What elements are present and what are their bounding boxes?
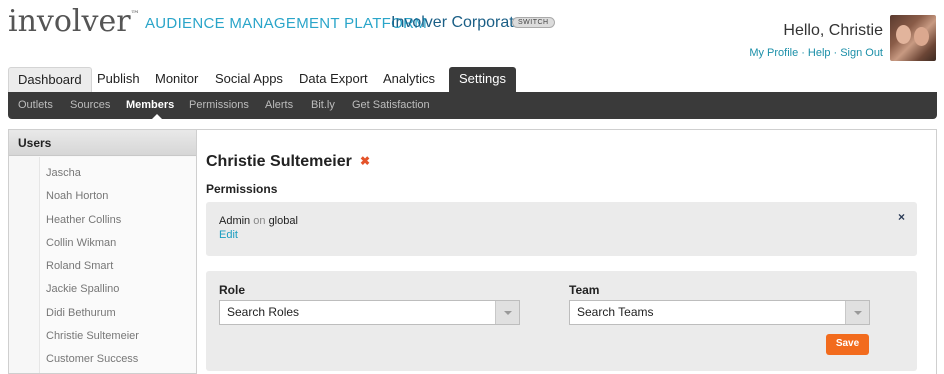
member-detail-panel: Christie Sultemeier ✖ Permissions Admin … <box>196 129 937 374</box>
user-list[interactable]: Jascha Noah Horton Heather Collins Colli… <box>39 157 196 373</box>
active-subnav-indicator <box>151 114 163 120</box>
tab-dashboard[interactable]: Dashboard <box>8 67 92 92</box>
avatar-face <box>914 27 929 46</box>
user-list-item[interactable]: Customer Success <box>40 348 196 371</box>
involver-logo[interactable]: involver™ <box>8 4 140 39</box>
user-list-item[interactable]: Heather Collins <box>40 209 196 232</box>
subnav-alerts[interactable]: Alerts <box>265 92 293 119</box>
permission-scope: global <box>268 215 298 227</box>
user-list-item[interactable]: Didi Bethurum <box>40 302 196 325</box>
tab-settings[interactable]: Settings <box>449 67 516 92</box>
permission-summary: Admin on global <box>219 215 298 227</box>
greeting: Hello, Christie <box>783 22 883 39</box>
role-label: Role <box>219 283 246 297</box>
tab-analytics[interactable]: Analytics <box>374 67 444 92</box>
user-list-item[interactable]: Collin Wikman <box>40 232 196 255</box>
avatar-face <box>896 25 911 44</box>
save-button[interactable]: Save <box>826 334 869 355</box>
user-list-item[interactable]: Jackie Spallino <box>40 278 196 301</box>
tab-publish[interactable]: Publish <box>88 67 149 92</box>
link-separator: · <box>833 47 838 59</box>
users-panel: Users Jascha Noah Horton Heather Collins… <box>8 129 197 374</box>
subnav-get-satisfaction[interactable]: Get Satisfaction <box>352 92 430 119</box>
user-list-item[interactable]: Christie Sultemeier <box>40 325 196 348</box>
subnav-sources[interactable]: Sources <box>70 92 110 119</box>
edit-permission-link[interactable]: Edit <box>219 229 238 241</box>
users-panel-title: Users <box>9 130 196 156</box>
subnav-outlets[interactable]: Outlets <box>18 92 53 119</box>
team-label: Team <box>569 283 600 297</box>
permissions-heading: Permissions <box>206 182 278 196</box>
main-tabs: Dashboard Publish Monitor Social Apps Da… <box>8 67 934 92</box>
chevron-down-icon[interactable] <box>495 301 519 324</box>
platform-tagline: AUDIENCE MANAGEMENT PLATFORM <box>145 15 428 32</box>
help-link[interactable]: Help <box>808 47 831 59</box>
team-select-placeholder: Search Teams <box>577 305 654 319</box>
link-separator: · <box>801 47 805 59</box>
team-select[interactable]: Search Teams <box>569 300 870 325</box>
role-select-placeholder: Search Roles <box>227 305 300 319</box>
member-name-title: Christie Sultemeier <box>206 153 352 170</box>
user-list-item[interactable]: Roland Smart <box>40 255 196 278</box>
header: involver™ AUDIENCE MANAGEMENT PLATFORM I… <box>0 0 944 66</box>
tab-data-export[interactable]: Data Export <box>290 67 377 92</box>
delete-member-icon[interactable]: ✖ <box>360 154 370 168</box>
logo-trademark: ™ <box>130 10 140 20</box>
avatar[interactable] <box>890 15 936 61</box>
sign-out-link[interactable]: Sign Out <box>840 47 883 59</box>
user-list-item[interactable]: Noah Horton <box>40 185 196 208</box>
permission-entry: Admin on global Edit × <box>206 202 917 256</box>
organization-name: Involver Corporate <box>391 14 523 31</box>
role-select[interactable]: Search Roles <box>219 300 520 325</box>
subnav-permissions[interactable]: Permissions <box>189 92 249 119</box>
tab-monitor[interactable]: Monitor <box>146 67 207 92</box>
user-list-item[interactable]: Jascha <box>40 162 196 185</box>
add-permission-form: Role Search Roles Team Search Teams Save <box>206 271 917 371</box>
user-links: My Profile · Help · Sign Out <box>749 47 883 59</box>
chevron-down-icon[interactable] <box>845 301 869 324</box>
tab-social-apps[interactable]: Social Apps <box>206 67 292 92</box>
switch-organization-button[interactable]: SWITCH <box>512 17 555 28</box>
my-profile-link[interactable]: My Profile <box>749 47 798 59</box>
remove-permission-icon[interactable]: × <box>898 210 905 224</box>
logo-text: involver <box>8 4 131 39</box>
permission-connector: on <box>253 215 266 227</box>
permission-role: Admin <box>219 215 251 227</box>
settings-subnav: Outlets Sources Members Permissions Aler… <box>8 92 937 120</box>
subnav-bitly[interactable]: Bit.ly <box>311 92 335 119</box>
